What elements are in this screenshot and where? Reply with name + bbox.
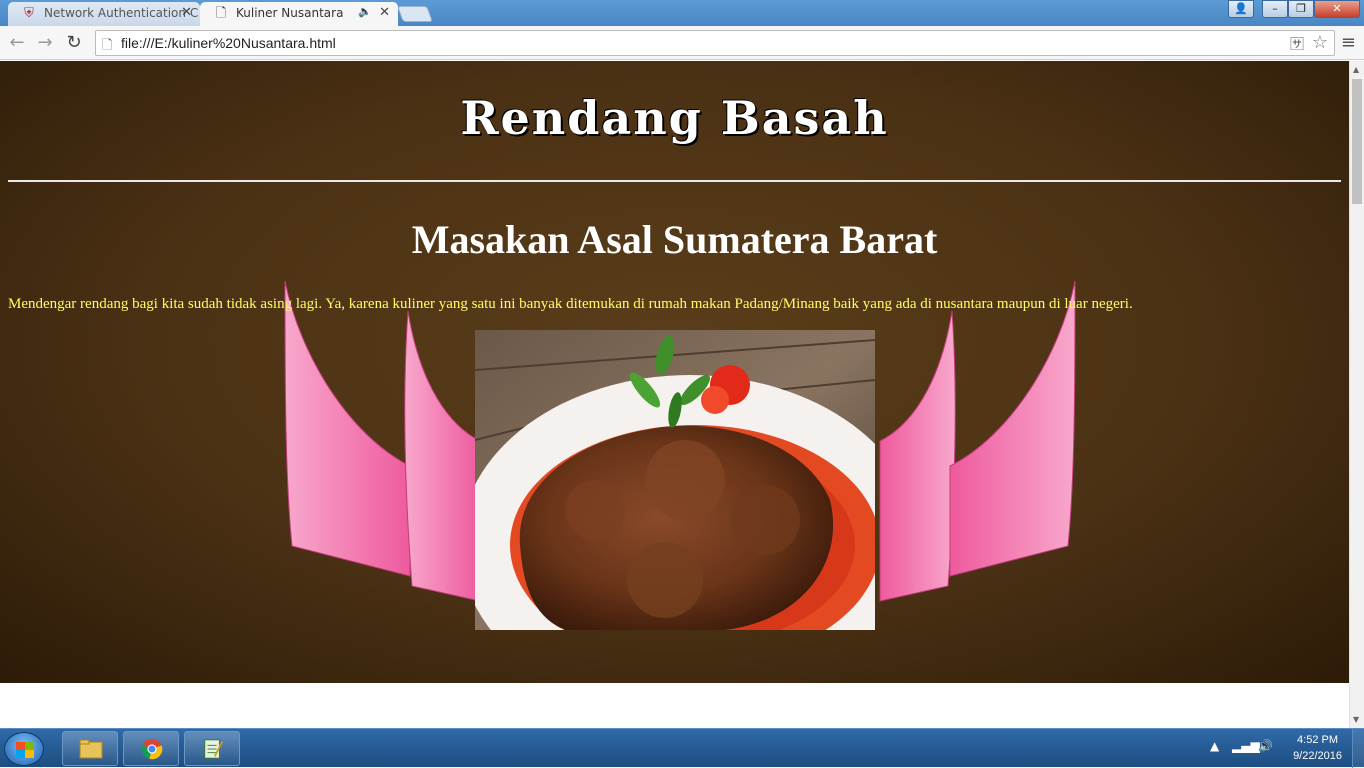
close-tab-icon[interactable]: ✕ bbox=[181, 5, 192, 20]
tab-kuliner-nusantara[interactable]: 🗋 Kuliner Nusantara 🔈 ✕ bbox=[200, 2, 398, 26]
tab-network-authentication[interactable]: ⛨ Network Authentication C ✕ bbox=[8, 2, 200, 26]
notepad-icon bbox=[204, 739, 223, 759]
show-desktop-button[interactable] bbox=[1352, 729, 1364, 768]
clock-date: 9/22/2016 bbox=[1293, 750, 1342, 762]
page-subtitle: Masakan Asal Sumatera Barat bbox=[411, 217, 938, 262]
hero-section: Rendang Basah Masakan Asal Sumatera Bara… bbox=[0, 61, 1349, 683]
back-arrow-icon[interactable]: ← bbox=[6, 32, 28, 54]
shield-icon: ⛨ bbox=[24, 6, 34, 21]
forward-arrow-icon[interactable]: → bbox=[34, 32, 56, 54]
windows-taskbar: ▲ ▂▄▆ 🔊 4:52 PM 9/22/2016 bbox=[0, 728, 1364, 768]
tab-label: Network Authentication C bbox=[44, 6, 199, 20]
taskbar-clock[interactable]: 4:52 PM 9/22/2016 bbox=[1293, 732, 1342, 764]
page-title: Rendang Basah bbox=[460, 91, 889, 145]
taskbar-chrome[interactable] bbox=[123, 731, 179, 766]
browser-toolbar: ← → ↻ 🗋 file:///E:/kuliner%20Nusantara.h… bbox=[0, 26, 1364, 60]
close-window-icon[interactable]: ✕ bbox=[1314, 0, 1360, 18]
scrollbar-thumb[interactable] bbox=[1352, 79, 1362, 204]
show-hidden-icons-icon[interactable]: ▲ bbox=[1210, 739, 1219, 753]
start-button[interactable] bbox=[4, 732, 44, 766]
bookmark-star-icon[interactable]: ☆ bbox=[1312, 32, 1328, 53]
page-content: Rendang Basah Masakan Asal Sumatera Bara… bbox=[0, 61, 1349, 728]
page-icon: 🗋 bbox=[102, 38, 113, 53]
folder-icon bbox=[79, 739, 103, 759]
taskbar-notepad[interactable] bbox=[184, 731, 240, 766]
network-icon[interactable]: ▂▄▆ bbox=[1232, 739, 1260, 753]
page-scrollbar[interactable]: ▲ ▼ bbox=[1349, 61, 1364, 728]
intro-paragraph: Mendengar rendang bagi kita sudah tidak … bbox=[8, 296, 1133, 312]
reload-icon[interactable]: ↻ bbox=[63, 32, 85, 54]
menu-icon[interactable]: ≡ bbox=[1341, 32, 1356, 53]
tab-label: Kuliner Nusantara bbox=[236, 6, 344, 20]
address-bar[interactable]: 🗋 file:///E:/kuliner%20Nusantara.html 🈂 … bbox=[95, 30, 1335, 56]
divider bbox=[8, 180, 1341, 182]
windows-logo-icon bbox=[16, 742, 34, 758]
scroll-down-icon[interactable]: ▼ bbox=[1353, 715, 1359, 724]
page-icon: 🗋 bbox=[215, 6, 227, 21]
browser-titlebar: ⛨ Network Authentication C ✕ 🗋 Kuliner N… bbox=[0, 0, 1364, 26]
close-tab-icon[interactable]: ✕ bbox=[379, 5, 390, 20]
new-tab-button[interactable] bbox=[397, 6, 433, 22]
url-text[interactable]: file:///E:/kuliner%20Nusantara.html bbox=[121, 35, 336, 51]
rendang-photo bbox=[475, 330, 875, 630]
translate-icon[interactable]: 🈂 bbox=[1290, 34, 1304, 54]
user-icon[interactable]: 👤 bbox=[1228, 0, 1254, 18]
minimize-icon[interactable]: – bbox=[1262, 0, 1288, 18]
audio-icon: 🔈 bbox=[358, 5, 372, 18]
scroll-up-icon[interactable]: ▲ bbox=[1353, 65, 1359, 74]
volume-icon[interactable]: 🔊 bbox=[1258, 739, 1273, 753]
chrome-icon bbox=[141, 738, 163, 760]
restore-icon[interactable]: ❐ bbox=[1288, 0, 1314, 18]
taskbar-explorer[interactable] bbox=[62, 731, 118, 766]
clock-time: 4:52 PM bbox=[1297, 734, 1339, 746]
